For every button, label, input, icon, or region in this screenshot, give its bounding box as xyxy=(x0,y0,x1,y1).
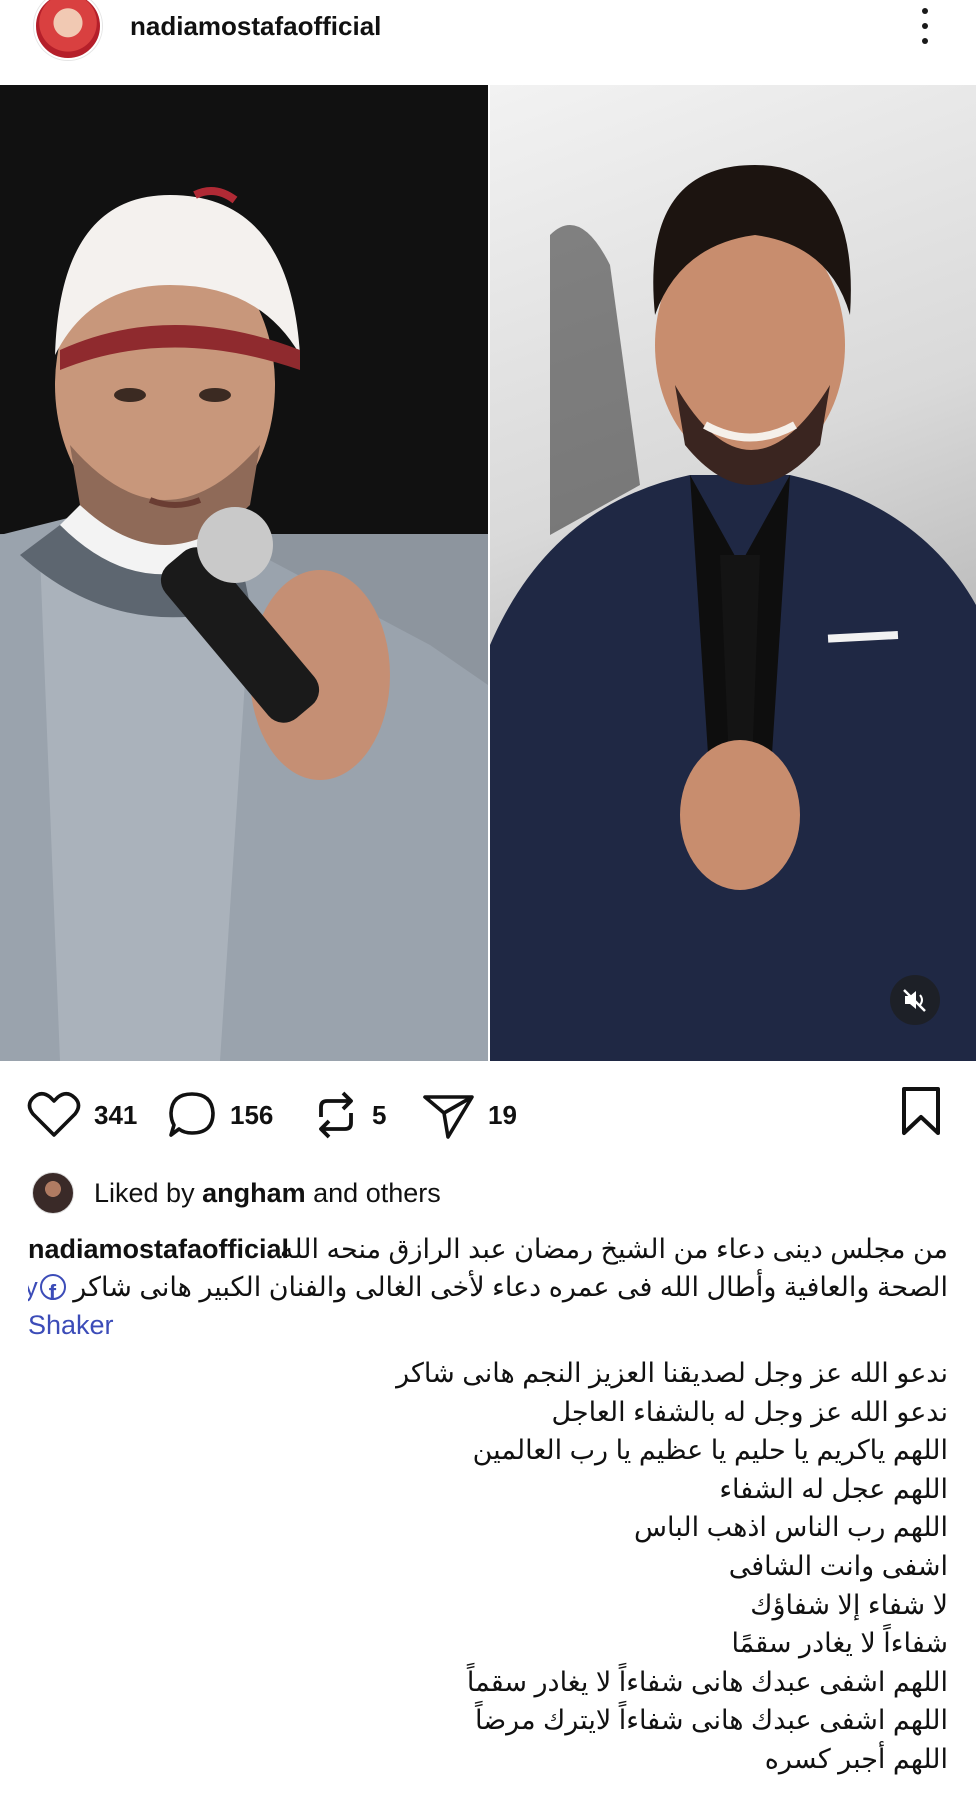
caption-username[interactable]: nadiamostafaofficial xyxy=(28,1234,289,1264)
comment-bubble-icon xyxy=(169,1092,215,1137)
post-username[interactable]: nadiamostafaofficial xyxy=(130,11,381,42)
caption-body-line: اللهم عجل له الشفاء xyxy=(719,1473,948,1504)
caption-line-3: Shaker xyxy=(28,1306,948,1344)
caption-body-line: شفاءاً لا يغادر سقمًا xyxy=(731,1628,948,1659)
mention-hany-shaker[interactable]: Hany xyxy=(28,1272,38,1302)
caption-body-line: لا شفاء إلا شفاؤك xyxy=(750,1589,948,1620)
repost-button[interactable]: 5 xyxy=(312,1085,386,1145)
repost-count: 5 xyxy=(372,1099,387,1130)
liker-avatar xyxy=(32,1172,74,1214)
caption-body-line: اللهم أجبر كسره xyxy=(764,1743,948,1774)
post-caption: nadiamostafaofficial من مجلس دينى دعاء م… xyxy=(28,1230,948,1344)
share-count: 19 xyxy=(488,1099,517,1130)
post-actions: 341 156 5 19 xyxy=(0,1085,976,1145)
profile-avatar[interactable] xyxy=(34,0,102,60)
caption-body-line: ندعو الله عز وجل له بالشفاء العاجل xyxy=(551,1396,948,1427)
sheikh-photo xyxy=(0,187,488,1061)
mention-hany-shaker-cont[interactable]: Shaker xyxy=(28,1310,114,1340)
caption-body-line: اشفى وانت الشافى xyxy=(728,1550,948,1581)
media-photo-right xyxy=(490,85,976,1061)
post-header: nadiamostafaofficial xyxy=(0,0,976,85)
caption-body: ندعو الله عز وجل لصديقنا العزيز النجم ها… xyxy=(28,1354,948,1779)
post-media[interactable] xyxy=(0,85,976,1061)
repost-icon xyxy=(319,1091,353,1139)
liked-by-row[interactable]: Liked by angham and others xyxy=(32,1171,441,1215)
liker-name[interactable]: angham xyxy=(202,1178,306,1208)
like-count: 341 xyxy=(94,1099,138,1130)
caption-line-1: nadiamostafaofficial من مجلس دينى دعاء م… xyxy=(28,1234,948,1264)
share-button[interactable]: 19 xyxy=(422,1085,517,1145)
caption-body-line: ندعو الله عز وجل لصديقنا العزيز النجم ها… xyxy=(396,1358,948,1388)
bookmark-button[interactable] xyxy=(897,1085,945,1135)
caption-line-2: الصحة والعافية وأطال الله فى عمره دعاء ل… xyxy=(28,1268,948,1306)
facebook-icon xyxy=(39,1274,66,1306)
caption-body-line: اللهم رب الناس اذهب الباس xyxy=(634,1512,948,1543)
more-options-icon[interactable] xyxy=(910,4,940,48)
mute-icon[interactable] xyxy=(890,975,940,1025)
comment-button[interactable]: 156 xyxy=(166,1085,273,1145)
caption-body-line: اللهم ياكريم يا حليم يا عظيم يا رب العال… xyxy=(472,1435,948,1466)
caption-body-line: اللهم اشفى عبدك هانى شفاءاً لايترك مرضاً xyxy=(475,1705,948,1736)
liked-by-text: Liked by angham and others xyxy=(94,1177,441,1208)
media-photo-left xyxy=(0,85,488,1061)
singer-photo xyxy=(490,165,976,1061)
bookmark-icon xyxy=(902,1087,940,1135)
send-icon xyxy=(423,1095,474,1139)
like-button[interactable]: 341 xyxy=(26,1085,137,1145)
comment-count: 156 xyxy=(230,1099,274,1130)
heart-icon xyxy=(27,1091,81,1137)
caption-body-line: اللهم اشفى عبدك هانى شفاءاً لا يغادر سقم… xyxy=(466,1666,948,1697)
